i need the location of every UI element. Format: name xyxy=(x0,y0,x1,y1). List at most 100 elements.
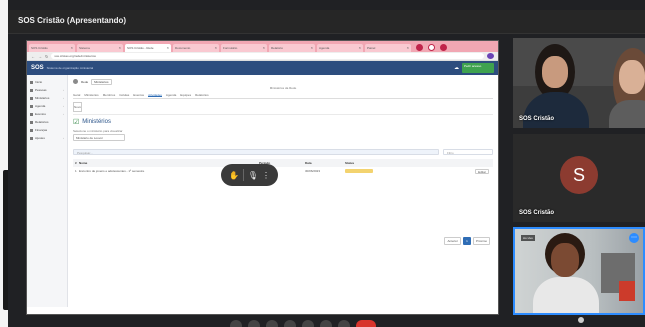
next-page-button[interactable]: Próximo xyxy=(472,237,490,245)
sidebar-item[interactable]: Relatórios xyxy=(27,118,67,126)
tab[interactable]: Ministérios xyxy=(84,93,98,97)
close-icon[interactable]: × xyxy=(71,45,73,50)
reactions-icon[interactable] xyxy=(320,320,332,327)
sidebar-item[interactable]: Eventos › xyxy=(27,110,67,118)
filter-input[interactable]: Filtro xyxy=(443,149,493,155)
gear-icon xyxy=(30,136,33,140)
sidebar-item[interactable]: Ajustes › xyxy=(27,134,67,142)
chevron-down-icon: › xyxy=(63,112,64,116)
maximize-button[interactable] xyxy=(428,44,435,51)
app-logo: SOS xyxy=(31,65,44,71)
participant-tile[interactable]: S SOS Cristão xyxy=(513,134,645,222)
minimize-button[interactable] xyxy=(416,44,423,51)
browser-tab[interactable]: Sistema × xyxy=(77,44,123,52)
sidebar-item[interactable]: Ministérios › xyxy=(27,94,67,102)
tab[interactable]: Relatórios xyxy=(195,93,209,97)
mic-off-icon[interactable]: 🎙 xyxy=(248,171,258,180)
browser-tab-active[interactable]: SOS Cristão - Rede × xyxy=(125,44,171,52)
sidebar-item[interactable]: Início xyxy=(27,78,67,86)
hint-text: Selecione o ministério para visualizar xyxy=(73,129,123,133)
people-icon xyxy=(30,88,33,92)
tab[interactable]: Células xyxy=(119,93,129,97)
chat-icon[interactable] xyxy=(284,320,296,327)
browser-tab[interactable]: Agenda × xyxy=(317,44,363,52)
group-icon xyxy=(30,96,33,100)
avatar: S xyxy=(560,156,598,194)
sidebar-item[interactable]: Finanças xyxy=(27,126,67,134)
browser-tab[interactable]: Painel × xyxy=(365,44,411,52)
bell-icon[interactable]: ☁ xyxy=(454,65,459,71)
table-header: # Nome Período Data Status xyxy=(73,159,493,167)
status-badge xyxy=(345,168,373,173)
share-icon[interactable] xyxy=(266,320,278,327)
leave-button[interactable] xyxy=(356,320,376,327)
hand-icon[interactable]: ✋ xyxy=(229,171,239,180)
close-icon[interactable]: × xyxy=(407,45,409,50)
participant-tile[interactable]: SOS Cristão xyxy=(513,38,645,128)
app-subtitle: Sistema de organização ministerial xyxy=(46,66,94,70)
ministry-select[interactable]: Ministério de Louvor xyxy=(73,134,125,141)
chevron-down-icon: › xyxy=(63,136,64,140)
breadcrumb-item[interactable]: Ministérios xyxy=(91,78,112,85)
participant-tile-active[interactable]: Ao vivo ⋯ xyxy=(513,227,645,315)
tab[interactable]: Eventos xyxy=(133,93,144,97)
tab[interactable]: Equipes xyxy=(180,93,191,97)
table-row[interactable]: 1 Encontro de jovens e adolescentes - 1º… xyxy=(73,167,493,175)
new-button[interactable]: Novo xyxy=(73,102,82,112)
activities-table: # Nome Período Data Status 1 Encontro de… xyxy=(73,159,493,175)
close-icon[interactable]: × xyxy=(119,45,121,50)
prev-page-button[interactable]: Anterior xyxy=(444,237,461,245)
browser-tab[interactable]: Formulário × xyxy=(221,44,267,52)
header-action-button[interactable]: Pedir acesso xyxy=(462,63,494,73)
sidebar-item[interactable]: Agenda › xyxy=(27,102,67,110)
breadcrumb-item[interactable]: Rede xyxy=(81,80,88,84)
browser-tab[interactable]: Documento × xyxy=(173,44,219,52)
tab[interactable]: Geral xyxy=(73,93,80,97)
reload-icon[interactable]: ↻ xyxy=(45,54,48,59)
event-icon xyxy=(30,112,33,116)
checkbox-icon: ☑ xyxy=(73,119,80,126)
live-badge: Ao vivo xyxy=(521,235,535,241)
close-icon[interactable]: × xyxy=(263,45,265,50)
left-edge xyxy=(0,0,8,327)
app-header: SOS Sistema de organização ministerial ☁… xyxy=(27,61,498,75)
forward-icon[interactable]: → xyxy=(38,54,42,59)
close-window-button[interactable] xyxy=(440,44,447,51)
page-button[interactable]: 1 xyxy=(462,237,471,245)
home-icon xyxy=(30,80,33,84)
report-icon xyxy=(30,120,33,124)
browser-tab[interactable]: SOS Cristão × xyxy=(29,44,75,52)
participant-name: SOS Cristão xyxy=(519,116,555,122)
tab[interactable]: Agenda xyxy=(166,93,176,97)
page-title: Ministérios da Rede xyxy=(269,86,297,90)
people-icon[interactable] xyxy=(302,320,314,327)
calendar-icon xyxy=(30,104,33,108)
close-icon[interactable]: × xyxy=(359,45,361,50)
url-field[interactable]: sos.cristao.org/rede/ministerios xyxy=(51,53,484,59)
edit-button[interactable]: Editar xyxy=(475,168,489,174)
participant-name: SOS Cristão xyxy=(519,210,555,216)
avatar xyxy=(73,79,78,84)
app-content: Rede Ministérios Ministérios da Rede Ger… xyxy=(68,75,498,307)
app-sidebar: Início Pessoas › Ministérios › Agenda › Eve… xyxy=(27,75,68,307)
close-icon[interactable]: × xyxy=(311,45,313,50)
sidebar-item[interactable]: Pessoas › xyxy=(27,86,67,94)
close-icon[interactable]: × xyxy=(167,45,169,50)
indicator-icon xyxy=(578,317,584,323)
camera-icon[interactable] xyxy=(248,320,260,327)
search-input[interactable]: Pesquisar... xyxy=(73,149,439,155)
close-icon[interactable]: × xyxy=(215,45,217,50)
section-heading: ☑ Ministérios xyxy=(73,118,493,126)
more-icon[interactable]: ⋮ xyxy=(262,171,270,180)
more-options-icon[interactable]: ⋯ xyxy=(629,233,639,243)
money-icon xyxy=(30,128,33,132)
tab[interactable]: Membros xyxy=(103,93,116,97)
tab-active[interactable]: Atividades xyxy=(148,93,162,97)
meeting-controls xyxy=(230,320,376,327)
browser-tab[interactable]: Relatório × xyxy=(269,44,315,52)
mic-icon[interactable] xyxy=(230,320,242,327)
back-icon[interactable]: ← xyxy=(31,54,35,59)
profile-icon[interactable] xyxy=(487,53,494,59)
more-icon[interactable] xyxy=(338,320,350,327)
meeting-titlebar: SOS Cristão (Apresentando) xyxy=(8,10,645,34)
